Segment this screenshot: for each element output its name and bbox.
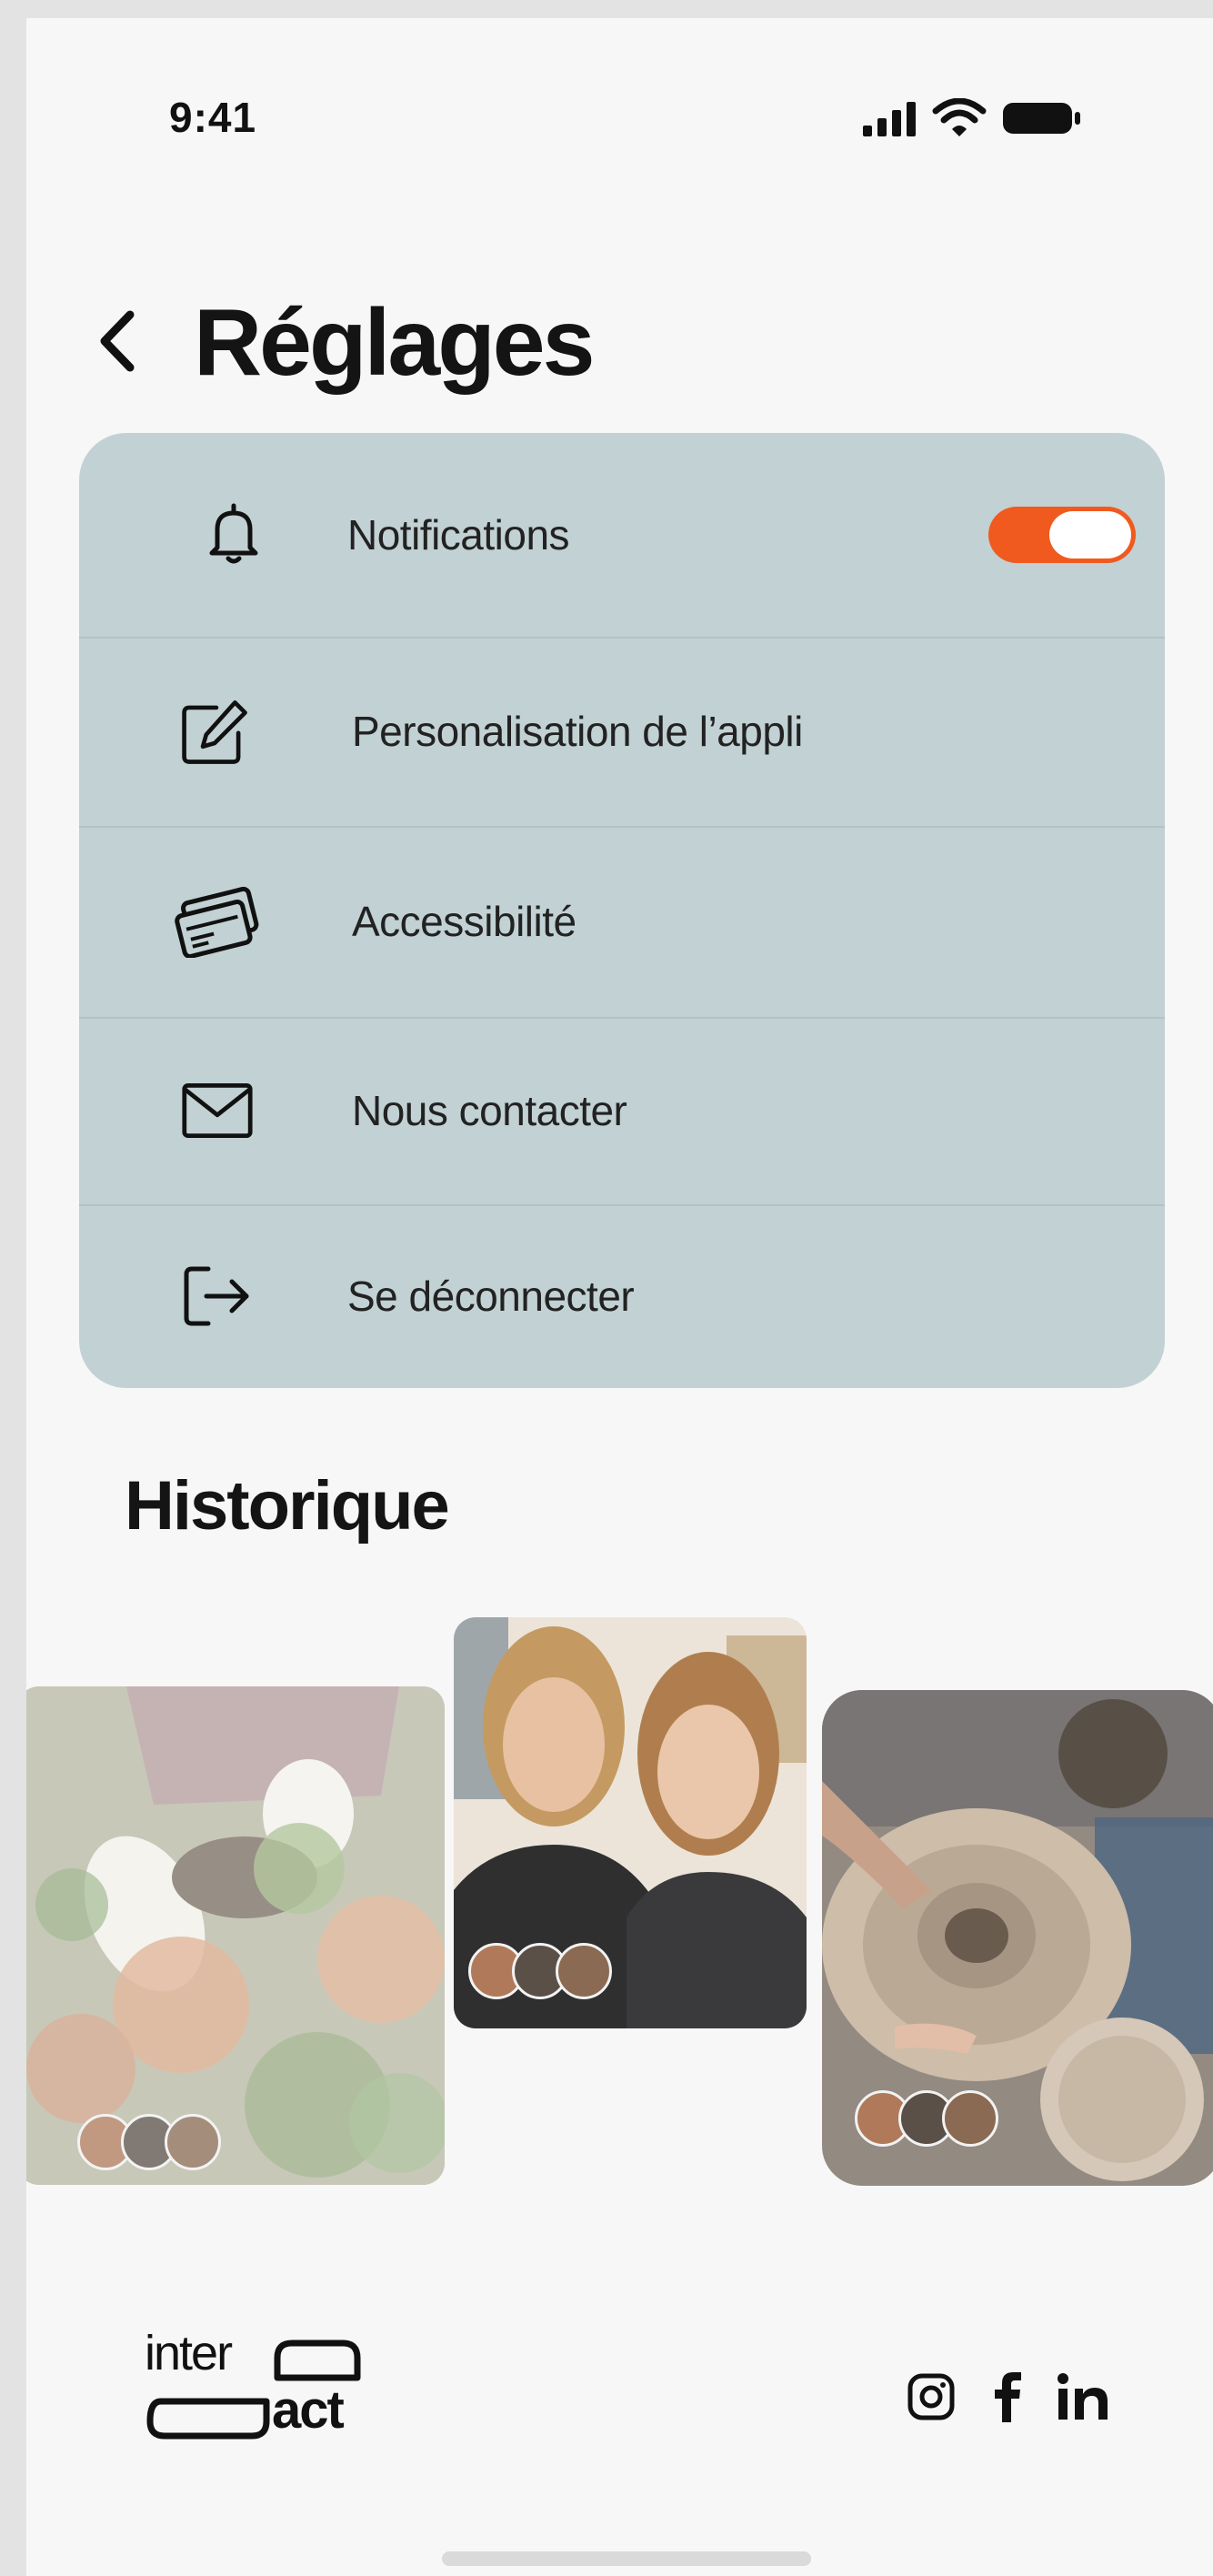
back-button[interactable] bbox=[85, 300, 148, 382]
mail-icon bbox=[181, 1074, 254, 1147]
logo-text-top: inter bbox=[145, 2326, 233, 2380]
history-card-portrait[interactable] bbox=[454, 1617, 807, 2028]
interact-logo: inter act bbox=[145, 2326, 381, 2447]
toggle-knob bbox=[1049, 511, 1131, 558]
cards-icon bbox=[168, 885, 268, 958]
social-links bbox=[903, 2369, 1112, 2425]
history-card-pottery[interactable] bbox=[822, 1690, 1213, 2186]
phone-screen: 9:41 Réglages Notifications Personalisat… bbox=[26, 18, 1213, 2576]
status-bar: 9:41 bbox=[26, 18, 1213, 141]
notifications-toggle[interactable] bbox=[988, 507, 1136, 563]
logout-icon bbox=[181, 1260, 254, 1333]
gardening-photo bbox=[26, 1686, 445, 2185]
participants-avatars bbox=[77, 2114, 221, 2170]
logo-text-bottom: act bbox=[272, 2380, 345, 2440]
cellular-signal-icon bbox=[863, 102, 916, 136]
edit-icon bbox=[179, 695, 252, 768]
linkedin-icon[interactable] bbox=[1056, 2369, 1112, 2425]
settings-label-logout: Se déconnecter bbox=[347, 1273, 635, 1320]
page-title: Réglages bbox=[194, 290, 595, 396]
participants-avatars bbox=[468, 1943, 612, 1999]
history-card-gardening[interactable] bbox=[26, 1686, 445, 2185]
home-indicator bbox=[442, 2551, 811, 2566]
avatar bbox=[942, 2090, 998, 2147]
participants-avatars bbox=[855, 2090, 998, 2147]
wifi-icon bbox=[932, 98, 987, 136]
status-time: 9:41 bbox=[169, 94, 257, 141]
settings-row-accessibility[interactable]: Accessibilité bbox=[79, 826, 1165, 1019]
settings-label-accessibility: Accessibilité bbox=[352, 898, 576, 945]
settings-label-personalisation: Personalisation de l’appli bbox=[352, 708, 803, 755]
settings-card: Notifications Personalisation de l’appli bbox=[79, 433, 1165, 1388]
chevron-left-icon bbox=[100, 310, 135, 372]
settings-row-contact[interactable]: Nous contacter bbox=[79, 1017, 1165, 1206]
battery-icon bbox=[1003, 103, 1080, 134]
status-icons bbox=[861, 98, 1083, 138]
settings-row-personalisation[interactable]: Personalisation de l’appli bbox=[79, 637, 1165, 828]
settings-label-contact: Nous contacter bbox=[352, 1087, 627, 1134]
facebook-icon[interactable] bbox=[979, 2369, 1036, 2425]
logo-shape-bottom bbox=[146, 2398, 270, 2440]
footer: inter act bbox=[26, 2326, 1213, 2474]
header: Réglages bbox=[26, 282, 1213, 400]
settings-label-notifications: Notifications bbox=[347, 511, 570, 558]
logo-shape-top bbox=[274, 2340, 361, 2381]
avatar bbox=[165, 2114, 221, 2170]
instagram-icon[interactable] bbox=[903, 2369, 959, 2425]
bell-icon bbox=[197, 498, 270, 571]
avatar bbox=[556, 1943, 612, 1999]
settings-row-notifications[interactable]: Notifications bbox=[79, 433, 1165, 639]
history-title: Historique bbox=[125, 1467, 450, 1545]
settings-row-logout[interactable]: Se déconnecter bbox=[79, 1204, 1165, 1388]
